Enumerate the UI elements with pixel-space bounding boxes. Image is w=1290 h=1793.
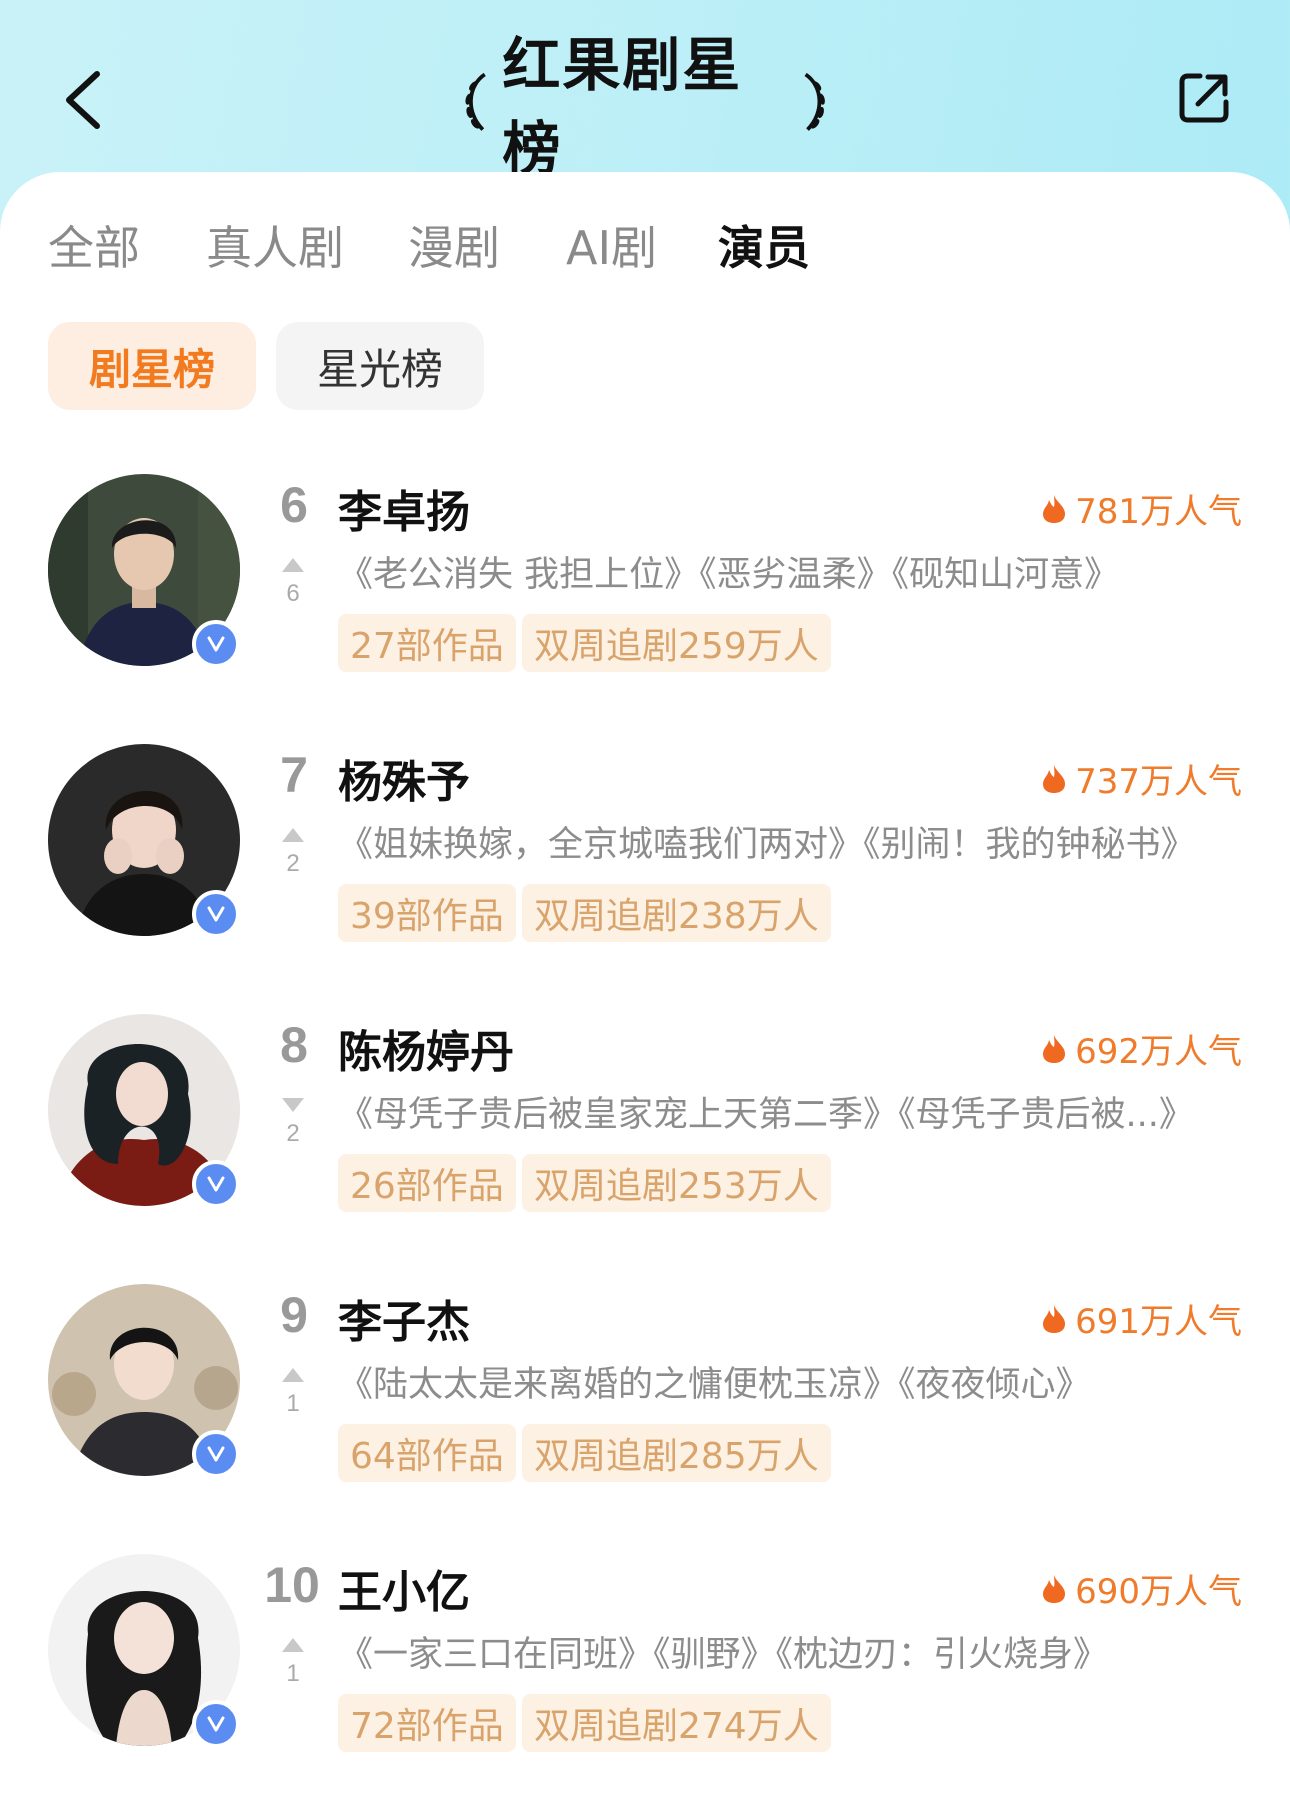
followers-tag: 双周追剧253万人 — [522, 1154, 831, 1212]
rank-number: 10 — [264, 1557, 320, 1613]
work-count-tag: 72部作品 — [338, 1694, 516, 1752]
tab-all[interactable]: 全部 — [48, 212, 140, 278]
back-button[interactable] — [55, 62, 115, 137]
list-item[interactable]: 7 2 杨殊予 737万人气 《姐妹换嫁，全京城嗑我们两对》《别闹！我的钟秘书》… — [0, 744, 1290, 944]
chevron-left-icon — [66, 71, 100, 129]
header: 红果剧星榜 — [0, 0, 1290, 183]
flame-icon — [1043, 494, 1066, 523]
list-item[interactable]: 10 1 王小亿 690万人气 《一家三口在同班》《驯野》《枕边刃：引火烧身》 … — [0, 1554, 1290, 1754]
work-count-tag: 26部作品 — [338, 1154, 516, 1212]
flame-icon — [1043, 1304, 1066, 1333]
rank-trend: 1 — [278, 1638, 308, 1688]
rank-trend: 1 — [278, 1368, 308, 1418]
popularity-value: 692万人气 — [1075, 1032, 1242, 1072]
trend-up-icon — [282, 828, 304, 842]
works-list: 《陆太太是来离婚的之慵便枕玉凉》《夜夜倾心》 — [338, 1365, 1091, 1405]
rank-number: 6 — [280, 477, 308, 533]
works-list: 《一家三口在同班》《驯野》《枕边刃：引火烧身》 — [338, 1635, 1109, 1675]
rank-trend: 2 — [278, 1098, 308, 1148]
verified-badge-icon — [192, 1430, 240, 1478]
actor-name: 李子杰 — [338, 1297, 470, 1348]
works-list: 《老公消失 我担上位》《恶劣温柔》《砚知山河意》 — [338, 555, 1120, 595]
trend-up-icon — [282, 1638, 304, 1652]
verified-badge-icon — [192, 890, 240, 938]
trend-change: 2 — [286, 1120, 300, 1147]
list-item[interactable]: 9 1 李子杰 691万人气 《陆太太是来离婚的之慵便枕玉凉》《夜夜倾心》 64… — [0, 1284, 1290, 1484]
popularity-value: 690万人气 — [1075, 1572, 1242, 1612]
popularity-value: 781万人气 — [1075, 492, 1242, 532]
list-item[interactable]: 8 2 陈杨婷丹 692万人气 《母凭子贵后被皇家宠上天第二季》《母凭子贵后被.… — [0, 1014, 1290, 1214]
trend-change: 2 — [286, 850, 300, 877]
followers-tag: 双周追剧259万人 — [522, 614, 831, 672]
works-list: 《姐妹换嫁，全京城嗑我们两对》《别闹！我的钟秘书》 — [338, 825, 1196, 865]
laurel-right-icon — [804, 72, 825, 131]
actor-name: 李卓扬 — [338, 487, 470, 538]
share-icon — [1179, 73, 1229, 123]
popularity-value: 691万人气 — [1075, 1302, 1242, 1342]
rank-number: 9 — [280, 1287, 308, 1343]
tab-comic[interactable]: 漫剧 — [408, 212, 500, 278]
tab-ai[interactable]: AI剧 — [566, 212, 657, 278]
flame-icon — [1043, 764, 1066, 793]
actor-name: 陈杨婷丹 — [338, 1027, 514, 1078]
verified-badge-icon — [192, 1700, 240, 1748]
tab-live-action[interactable]: 真人剧 — [206, 212, 344, 278]
subtab-drama-star[interactable]: 剧星榜 — [48, 322, 256, 410]
works-list: 《母凭子贵后被皇家宠上天第二季》《母凭子贵后被...》 — [338, 1095, 1194, 1135]
popularity: 690万人气 — [1041, 1564, 1242, 1613]
subtab-starlight[interactable]: 星光榜 — [276, 322, 484, 410]
followers-tag: 双周追剧238万人 — [522, 884, 831, 942]
followers-tag: 双周追剧285万人 — [522, 1424, 831, 1482]
popularity: 737万人气 — [1041, 754, 1242, 803]
trend-change: 6 — [286, 580, 300, 607]
rank-number: 7 — [280, 747, 308, 803]
popularity: 781万人气 — [1041, 484, 1242, 533]
laurel-left-icon — [465, 72, 486, 131]
tab-actors[interactable]: 演员 — [718, 212, 810, 278]
work-count-tag: 39部作品 — [338, 884, 516, 942]
main-card: 全部 真人剧 漫剧 AI剧 演员 剧星榜 星光榜 6 6 李卓扬 781万人气 … — [0, 172, 1290, 1793]
list-item[interactable]: 6 6 李卓扬 781万人气 《老公消失 我担上位》《恶劣温柔》《砚知山河意》 … — [0, 474, 1290, 674]
trend-change: 1 — [286, 1390, 300, 1417]
actor-name: 王小亿 — [338, 1567, 470, 1618]
popularity-value: 737万人气 — [1075, 762, 1242, 802]
title-group: 红果剧星榜 — [460, 31, 830, 183]
page-title: 红果剧星榜 — [502, 31, 743, 183]
work-count-tag: 27部作品 — [338, 614, 516, 672]
followers-tag: 双周追剧274万人 — [522, 1694, 831, 1752]
trend-change: 1 — [286, 1660, 300, 1687]
verified-badge-icon — [192, 1160, 240, 1208]
verified-badge-icon — [192, 620, 240, 668]
popularity: 691万人气 — [1041, 1294, 1242, 1343]
flame-icon — [1043, 1034, 1066, 1063]
share-button[interactable] — [1176, 70, 1232, 126]
flame-icon — [1043, 1574, 1066, 1603]
trend-down-icon — [282, 1098, 304, 1112]
rank-number: 8 — [280, 1017, 308, 1073]
rank-trend: 6 — [278, 558, 308, 608]
trend-up-icon — [282, 1368, 304, 1382]
work-count-tag: 64部作品 — [338, 1424, 516, 1482]
popularity: 692万人气 — [1041, 1024, 1242, 1073]
rank-trend: 2 — [278, 828, 308, 878]
actor-name: 杨殊予 — [338, 757, 470, 808]
trend-up-icon — [282, 558, 304, 572]
